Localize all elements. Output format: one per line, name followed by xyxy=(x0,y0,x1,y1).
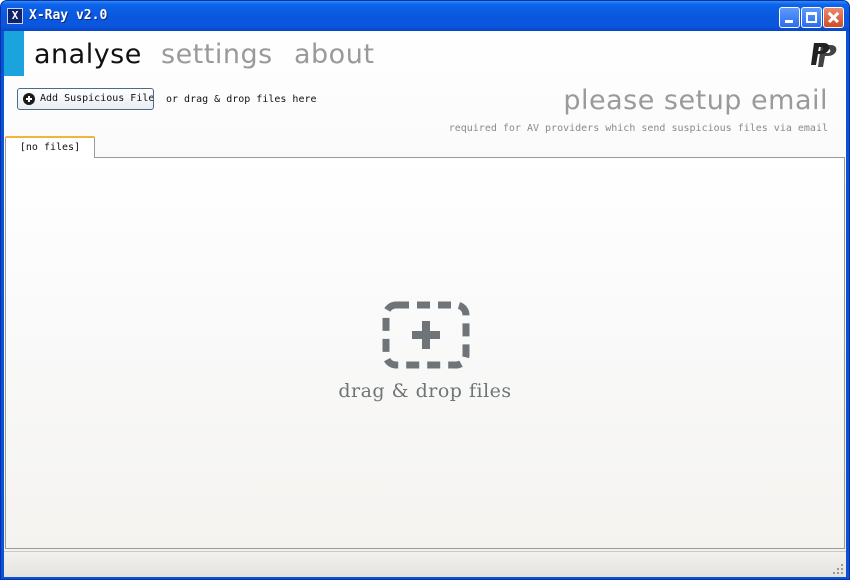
minimize-icon xyxy=(785,20,793,23)
app-x-icon[interactable]: X xyxy=(7,8,23,24)
title-bar[interactable]: X X-Ray v2.0 xyxy=(1,1,849,31)
email-setup-title[interactable]: please setup email xyxy=(563,85,828,116)
tab-about[interactable]: about xyxy=(294,39,374,70)
plus-circle-icon xyxy=(23,93,35,105)
tab-settings[interactable]: settings xyxy=(161,39,273,70)
tab-no-files[interactable]: [no files] xyxy=(5,136,95,158)
client-area: analyse settings about Add Suspicious Fi… xyxy=(4,31,846,577)
resize-grip-icon[interactable] xyxy=(832,563,844,575)
maximize-icon xyxy=(806,12,817,23)
status-bar xyxy=(4,551,846,577)
drop-zone-label: drag & drop files xyxy=(338,380,512,402)
close-icon xyxy=(824,8,843,27)
app-window: X X-Ray v2.0 analyse settings about Add … xyxy=(0,0,850,580)
email-setup-subtitle: required for AV providers which send sus… xyxy=(448,123,828,134)
files-panel: drag & drop files xyxy=(5,157,845,549)
add-suspicious-file-button[interactable]: Add Suspicious File xyxy=(17,88,154,110)
dashed-plus-box-icon xyxy=(382,301,470,369)
drop-zone[interactable]: drag & drop files xyxy=(6,158,844,548)
close-button[interactable] xyxy=(823,7,844,28)
window-title: X-Ray v2.0 xyxy=(29,8,108,23)
maximize-button[interactable] xyxy=(801,7,822,28)
tab-analyse[interactable]: analyse xyxy=(34,39,142,70)
paypal-icon[interactable] xyxy=(810,41,838,67)
add-button-label: Add Suspicious File xyxy=(40,93,154,104)
active-tab-indicator xyxy=(4,31,24,76)
minimize-button[interactable] xyxy=(779,7,800,28)
drag-hint-text: or drag & drop files here xyxy=(166,94,317,105)
